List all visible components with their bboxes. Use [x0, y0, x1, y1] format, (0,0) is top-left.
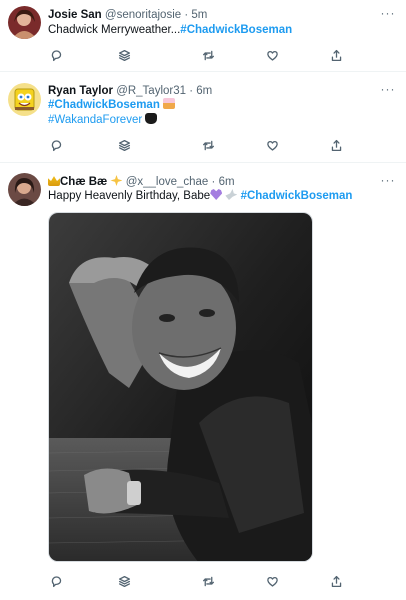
tweet-photo[interactable]	[48, 212, 313, 562]
timestamp[interactable]: 6m	[196, 85, 212, 97]
like-icon[interactable]	[264, 137, 280, 153]
tweet-actions	[48, 137, 348, 153]
more-options-icon[interactable]: ···	[380, 83, 396, 99]
crown-emoji-icon	[48, 176, 60, 186]
stack-icon[interactable]	[116, 137, 132, 153]
timestamp[interactable]: 6m	[219, 176, 235, 188]
user-handle[interactable]: @senoritajosie	[105, 9, 181, 21]
hashtag-link[interactable]: #ChadwickBoseman	[48, 99, 160, 111]
user-handle[interactable]: @R_Taylor31	[116, 85, 186, 97]
tweet-ryan[interactable]: Ryan Taylor @R_Taylor31 · 6m ··· #Chadwi…	[0, 73, 406, 163]
separator-dot: ·	[189, 85, 194, 97]
reply-icon[interactable]	[48, 137, 64, 153]
like-icon[interactable]	[264, 573, 280, 589]
hashtag-link[interactable]: #ChadwickBoseman	[180, 24, 292, 36]
retweet-icon[interactable]	[200, 573, 216, 589]
reply-icon[interactable]	[48, 47, 64, 63]
tweet-actions	[48, 47, 348, 63]
avatar[interactable]	[8, 6, 41, 39]
tweet-text: Chadwick Merryweather...	[48, 24, 181, 36]
purple-heart-emoji-icon	[210, 189, 223, 200]
display-name[interactable]: Ryan Taylor	[48, 85, 113, 97]
stack-icon[interactable]	[116, 47, 132, 63]
reply-icon[interactable]	[48, 573, 64, 589]
hashtag-link[interactable]: #WakandaForever	[48, 114, 142, 126]
timestamp[interactable]: 5m	[191, 9, 207, 21]
like-icon[interactable]	[264, 47, 280, 63]
share-icon[interactable]	[328, 137, 344, 153]
avatar[interactable]	[8, 83, 41, 116]
tweet-text: Happy Heavenly Birthday, Babe	[48, 190, 211, 202]
avatar[interactable]	[8, 173, 41, 206]
tweet-josie[interactable]: Josie San @senoritajosie · 5m ··· Chadwi…	[0, 0, 406, 72]
more-options-icon[interactable]: ···	[380, 7, 396, 23]
display-name[interactable]: Josie San	[48, 9, 102, 21]
share-icon[interactable]	[328, 47, 344, 63]
display-name[interactable]: Chæ Bæ	[60, 176, 107, 188]
separator-dot: ·	[211, 176, 216, 188]
separator-dot: ·	[184, 9, 189, 21]
black-panther-emoji-icon	[145, 113, 158, 124]
user-handle[interactable]: @x__love_chae	[126, 176, 209, 188]
retweet-icon[interactable]	[200, 47, 216, 63]
cake-emoji-icon	[163, 98, 176, 109]
dove-emoji-icon	[225, 189, 238, 200]
retweet-icon[interactable]	[200, 137, 216, 153]
stack-icon[interactable]	[116, 573, 132, 589]
tweet-actions	[48, 573, 348, 589]
more-options-icon[interactable]: ···	[380, 174, 396, 190]
hashtag-link[interactable]: #ChadwickBoseman	[241, 190, 353, 202]
sparkles-emoji-icon	[110, 175, 123, 186]
share-icon[interactable]	[328, 573, 344, 589]
